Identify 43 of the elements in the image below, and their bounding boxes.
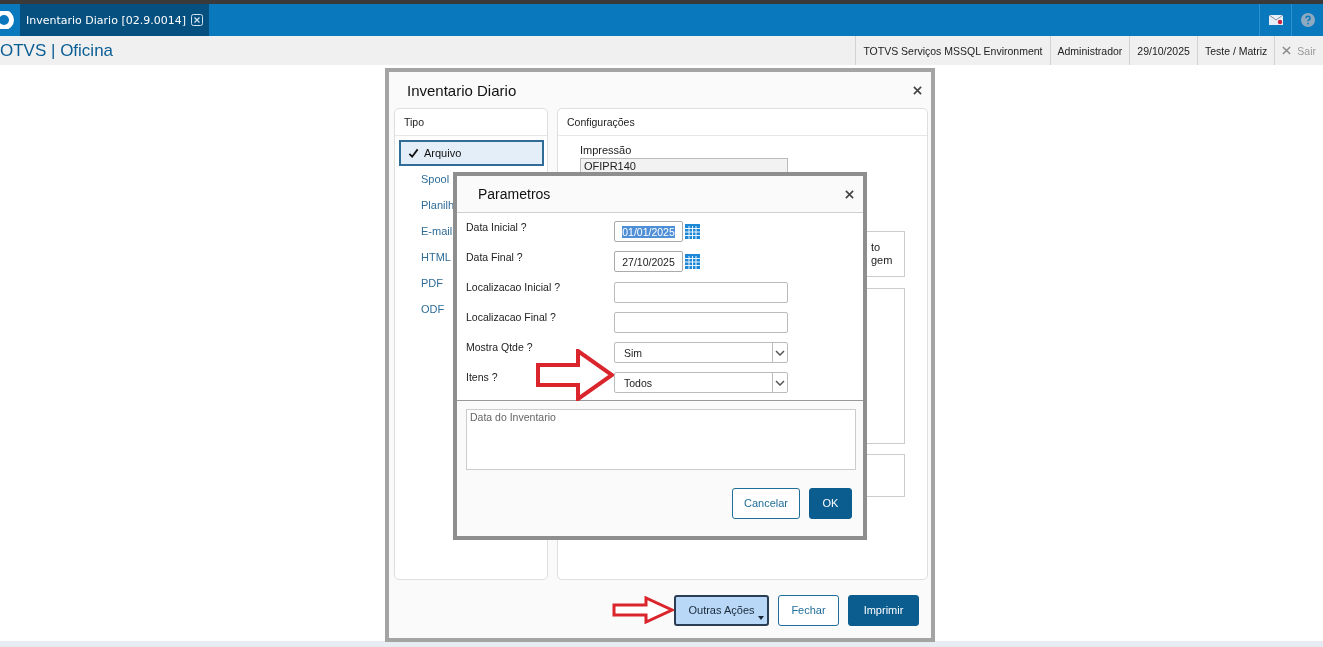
option-text: gem bbox=[871, 254, 894, 267]
arrow-icon bbox=[612, 596, 674, 624]
field-label: Localizacao Final ? bbox=[466, 310, 557, 323]
check-icon bbox=[408, 147, 419, 159]
document-tab[interactable]: Inventario Diario [02.9.0014] bbox=[20, 4, 209, 36]
close-icon bbox=[1282, 46, 1292, 55]
mail-icon[interactable] bbox=[1268, 15, 1283, 25]
option-text: to bbox=[871, 241, 882, 254]
close-button[interactable]: Fechar bbox=[778, 594, 839, 626]
type-option[interactable]: Arquivo bbox=[399, 140, 544, 166]
dialog-title: Parametros bbox=[477, 186, 551, 202]
date-field[interactable]: 27/10/2025 bbox=[614, 251, 683, 272]
app-title: OTVS | Oficina bbox=[0, 40, 114, 61]
field-label: Mostra Qtde ? bbox=[466, 340, 534, 353]
help-text: Data do Inventario bbox=[470, 411, 556, 423]
close-icon[interactable] bbox=[913, 85, 922, 95]
close-icon[interactable] bbox=[845, 189, 854, 199]
chevron-down-icon bbox=[775, 379, 785, 386]
panel-title: Tipo bbox=[404, 116, 425, 128]
print-button[interactable]: Imprimir bbox=[848, 594, 919, 626]
calendar-icon[interactable] bbox=[685, 254, 700, 269]
dropdown[interactable]: Sim bbox=[614, 342, 788, 363]
input-field[interactable] bbox=[614, 282, 788, 303]
dropdown[interactable]: Todos bbox=[614, 372, 788, 393]
status-item: 29/10/2025 bbox=[1129, 36, 1197, 65]
actions-button[interactable]: Outras Ações bbox=[674, 594, 769, 626]
status-item: Administrador bbox=[1049, 36, 1130, 65]
status-item: Teste / Matriz bbox=[1196, 36, 1275, 65]
cancel-button[interactable]: Cancelar bbox=[732, 487, 800, 519]
panel-title: Configurações bbox=[567, 116, 635, 128]
caret-icon bbox=[758, 615, 764, 620]
dialog-title: Inventario Diario bbox=[407, 81, 517, 99]
field-label: Itens ? bbox=[466, 370, 499, 383]
status-item: TOTVS Serviços MSSQL Environment bbox=[855, 36, 1050, 65]
help-icon[interactable] bbox=[1300, 13, 1315, 27]
calendar-icon[interactable] bbox=[685, 224, 700, 239]
field-label: Impressão bbox=[580, 144, 633, 156]
field-label: Data Final ? bbox=[466, 250, 524, 263]
field-label: Localizacao Inicial ? bbox=[466, 280, 561, 293]
ok-button[interactable]: OK bbox=[809, 487, 852, 519]
input-field[interactable] bbox=[614, 312, 788, 333]
field-label: Data Inicial ? bbox=[466, 220, 528, 233]
chevron-down-icon bbox=[775, 349, 785, 356]
